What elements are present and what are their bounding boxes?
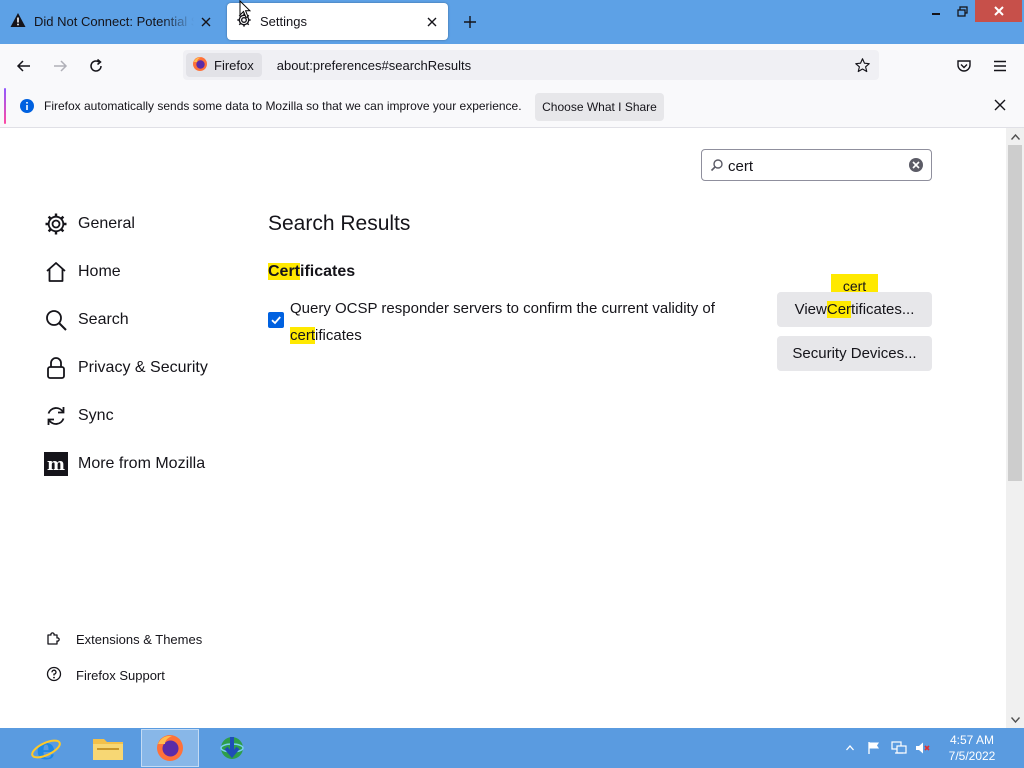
identity-box[interactable]: Firefox <box>186 53 262 77</box>
warning-icon <box>10 12 26 31</box>
btn-rest: tificates... <box>851 301 915 318</box>
mozilla-icon: m <box>44 452 68 476</box>
footer-link-label: Firefox Support <box>76 667 165 683</box>
window-close-icon[interactable] <box>975 0 1022 22</box>
security-devices-button[interactable]: Security Devices... <box>777 336 932 371</box>
file-explorer-icon[interactable] <box>80 729 136 767</box>
notification-accent <box>4 88 6 124</box>
svg-text:m: m <box>47 455 65 475</box>
scroll-up-arrow-icon[interactable] <box>1006 128 1024 145</box>
preferences-search-box[interactable] <box>701 149 932 181</box>
category-more-from-mozilla[interactable]: m More from Mozilla <box>44 448 205 480</box>
firefox-logo-icon <box>192 56 208 75</box>
notification-close-icon[interactable] <box>988 93 1012 117</box>
category-search[interactable]: Search <box>44 304 129 336</box>
certificates-section-title: Certificates <box>268 263 355 281</box>
tab-settings[interactable]: Settings <box>227 3 448 40</box>
category-privacy-security[interactable]: Privacy & Security <box>44 352 208 384</box>
ocsp-checkbox[interactable] <box>268 312 284 328</box>
extensions-themes-link[interactable]: Extensions & Themes <box>46 628 202 650</box>
label-main: Query OCSP responder servers to confirm … <box>290 300 715 317</box>
restore-icon[interactable] <box>950 0 974 22</box>
tab-close-icon[interactable] <box>194 10 218 34</box>
clear-search-icon[interactable] <box>907 156 925 174</box>
gear-icon <box>44 212 68 236</box>
puzzle-icon <box>46 630 62 649</box>
search-highlight: Cert <box>268 263 301 280</box>
preferences-search-input[interactable] <box>728 155 904 177</box>
action-center-flag-icon[interactable] <box>865 738 883 758</box>
content-scrollbar[interactable] <box>1006 128 1024 728</box>
volume-muted-icon[interactable] <box>914 738 932 758</box>
scroll-down-arrow-icon[interactable] <box>1006 711 1024 728</box>
scroll-thumb[interactable] <box>1008 145 1022 481</box>
clock-time: 4:57 AM <box>949 733 995 747</box>
tab-close-icon[interactable] <box>420 10 444 34</box>
home-icon <box>44 260 68 284</box>
category-home[interactable]: Home <box>44 256 121 288</box>
back-arrow-icon[interactable] <box>10 52 38 80</box>
search-highlight: cert <box>290 327 316 344</box>
search-icon <box>44 308 68 332</box>
data-collection-notification: Firefox automatically sends some data to… <box>0 86 1024 128</box>
category-label: General <box>78 215 135 232</box>
category-general[interactable]: General <box>44 208 135 240</box>
title-rest: ificates <box>300 263 356 280</box>
category-sync[interactable]: Sync <box>44 400 114 432</box>
category-label: Privacy & Security <box>78 359 208 376</box>
internet-explorer-icon[interactable]: e <box>18 729 74 767</box>
search-results-heading: Search Results <box>268 212 411 235</box>
url-bar[interactable]: Firefox about:preferences#searchResults <box>183 50 879 80</box>
mouse-cursor-icon <box>239 0 252 24</box>
hamburger-menu-icon[interactable] <box>986 52 1014 80</box>
search-highlight: Cer <box>826 301 852 318</box>
notification-text: Firefox automatically sends some data to… <box>44 99 522 113</box>
minimize-icon[interactable] <box>922 0 950 22</box>
firefox-support-link[interactable]: Firefox Support <box>46 664 165 686</box>
tab-bar: Did Not Connect: Potential Security Issu… <box>0 0 1024 44</box>
ocsp-checkbox-label[interactable]: Query OCSP responder servers to confirm … <box>290 295 730 349</box>
firefox-icon[interactable] <box>141 729 199 767</box>
category-label: Search <box>78 311 129 328</box>
windows-taskbar: e 4:57 AM 7/5/2022 <box>0 728 1024 768</box>
tab-did-not-connect[interactable]: Did Not Connect: Potential Security Issu… <box>0 3 222 40</box>
preferences-content: General Home Search Privacy & Security S… <box>0 128 1006 728</box>
view-certificates-button[interactable]: View Cer tificates... <box>777 292 932 327</box>
footer-link-label: Extensions & Themes <box>76 631 203 647</box>
reload-icon[interactable] <box>82 52 110 80</box>
sync-icon <box>44 404 68 428</box>
url-text[interactable]: about:preferences#searchResults <box>277 58 848 73</box>
help-icon <box>46 666 62 685</box>
svg-text:e: e <box>36 732 55 764</box>
clock-date: 7/5/2022 <box>948 749 996 763</box>
category-label: Sync <box>78 407 114 424</box>
category-label: Home <box>78 263 121 280</box>
bookmark-star-icon[interactable] <box>848 51 876 79</box>
network-icon[interactable] <box>890 738 908 758</box>
new-tab-plus-icon[interactable] <box>458 10 482 34</box>
tab-label: Settings <box>260 14 307 29</box>
btn-prefix: View <box>794 301 827 318</box>
info-icon <box>19 98 35 119</box>
pocket-icon[interactable] <box>950 52 978 80</box>
nav-toolbar: Firefox about:preferences#searchResults <box>0 44 1024 86</box>
label-rest: ificates <box>315 327 362 344</box>
download-manager-icon[interactable] <box>204 729 260 767</box>
choose-what-i-share-button[interactable]: Choose What I Share <box>535 93 664 121</box>
category-label: More from Mozilla <box>78 455 206 472</box>
tab-label: Did Not Connect: Potential Security Issu… <box>34 14 194 29</box>
identity-label: Firefox <box>214 57 254 73</box>
show-hidden-icons-chevron-icon[interactable] <box>843 738 857 758</box>
lock-icon <box>44 356 68 380</box>
forward-arrow-icon[interactable] <box>46 52 74 80</box>
system-clock[interactable]: 4:57 AM 7/5/2022 <box>936 732 1008 764</box>
search-icon <box>710 158 724 177</box>
